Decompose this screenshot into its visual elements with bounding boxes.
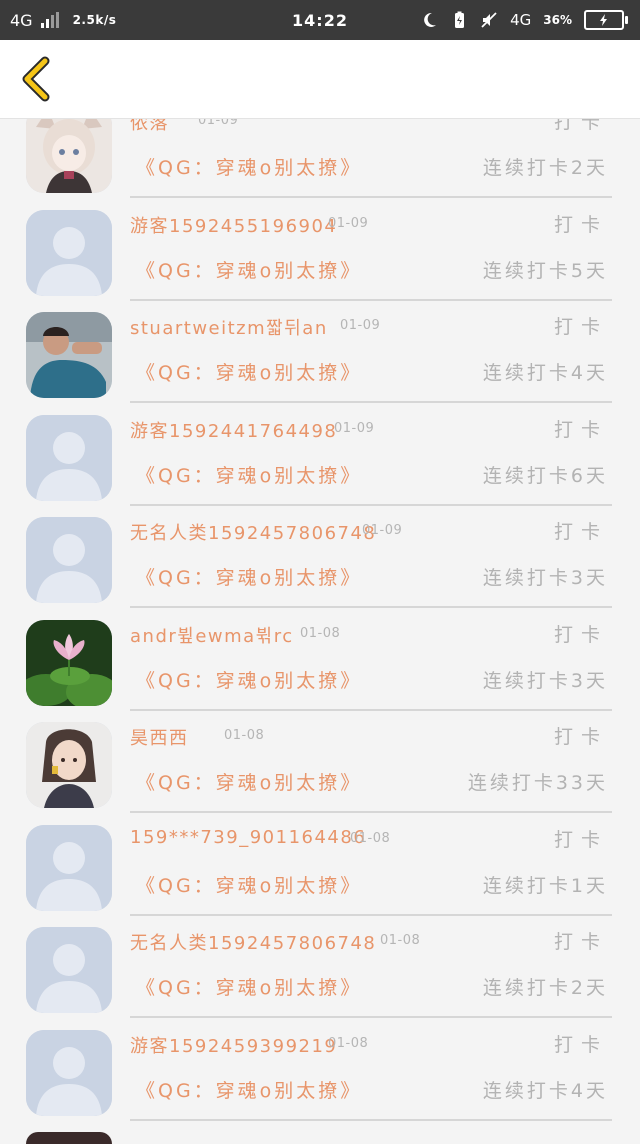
- book-title[interactable]: 《QG：穿魂ο别太撩》: [136, 1076, 362, 1103]
- book-title[interactable]: 《QG：穿魂ο别太撩》: [136, 973, 362, 1000]
- checkin-button[interactable]: 打卡: [554, 415, 608, 442]
- mute-icon: [481, 12, 497, 28]
- list-item[interactable]: 游客1592441764498 01-09 打卡《QG：穿魂ο别太撩》 连续打卡6天: [0, 403, 640, 506]
- book-title[interactable]: 《QG：穿魂ο别太撩》: [136, 461, 362, 488]
- entry-info: 无名人类1592457806748 01-08 打卡《QG：穿魂ο别太撩》 连续打卡2…: [130, 915, 612, 1018]
- streak-text: 连续打卡1天: [482, 874, 608, 897]
- entry-info: stuartweitzm짧뒤an 01-09 打卡《QG：穿魂ο别太撩》 连续打卡4天: [130, 300, 612, 403]
- list-item[interactable]: stuartweitzm짧뒤an 01-09 打卡《QG：穿魂ο别太撩》 连续打卡4天: [0, 300, 640, 403]
- book-title[interactable]: 《QG：穿魂ο别太撩》: [136, 871, 362, 898]
- next-avatar-partial: [26, 1132, 112, 1144]
- user-name: 昊西西: [130, 728, 189, 749]
- entry-info: andr뷮ewma뷖rc 01-08 打卡《QG：穿魂ο别太撩》 连续打卡3天: [130, 608, 612, 711]
- entry-info: 游客1592455196904 01-09 打卡《QG：穿魂ο别太撩》 连续打卡5天: [130, 198, 612, 301]
- battery-icon: [584, 10, 628, 30]
- entry-info: 昊西西 01-08 打卡《QG：穿魂ο别太撩》 连续打卡33天: [130, 710, 612, 813]
- checkin-button[interactable]: 打卡: [554, 825, 608, 852]
- streak-text: 连续打卡3天: [482, 669, 608, 692]
- streak-text: 连续打卡2天: [482, 157, 608, 179]
- checkin-date: 01-09: [328, 215, 369, 231]
- user-name: 游客1592441764498: [130, 420, 338, 442]
- checkin-date: 01-09: [198, 119, 239, 128]
- user-name: 无名人类1592457806748: [130, 933, 377, 954]
- checkin-button[interactable]: 打卡: [554, 620, 608, 647]
- book-title[interactable]: 《QG：穿魂ο别太撩》: [136, 768, 362, 795]
- avatar[interactable]: [26, 619, 112, 706]
- avatar[interactable]: [26, 722, 112, 808]
- entry-info: 游客1592459399219 01-08 打卡《QG：穿魂ο别太撩》 连续打卡4天: [130, 1018, 612, 1121]
- checkin-button[interactable]: 打卡: [554, 517, 608, 544]
- checkin-button[interactable]: 打卡: [554, 927, 608, 954]
- back-button[interactable]: [10, 52, 62, 106]
- list-item[interactable]: 游客1592455196904 01-09 打卡《QG：穿魂ο别太撩》 连续打卡5天: [0, 198, 640, 301]
- avatar[interactable]: [26, 312, 112, 398]
- book-title[interactable]: 《QG：穿魂ο别太撩》: [136, 666, 362, 693]
- user-name: 无名人类1592457806748: [130, 523, 377, 544]
- battery-percent: 36%: [543, 13, 572, 27]
- checkin-date: 01-09: [362, 523, 403, 538]
- checkin-date: 01-08: [350, 830, 391, 846]
- battery-saver-icon: [455, 11, 465, 28]
- avatar[interactable]: [26, 927, 112, 1013]
- book-title[interactable]: 《QG：穿魂ο别太撩》: [136, 153, 362, 180]
- streak-text: 连续打卡4天: [482, 362, 608, 384]
- user-name: 159***739_901164486: [130, 826, 367, 848]
- avatar[interactable]: [26, 209, 112, 296]
- list-item[interactable]: 无名人类1592457806748 01-09 打卡《QG：穿魂ο别太撩》 连续打卡3…: [0, 505, 640, 608]
- checkin-list: 侬落 01-09 打卡 《QG：穿魂ο别太撩》 连续打卡2天 游客159245519690…: [0, 119, 640, 1138]
- streak-text: 连续打卡5天: [482, 259, 608, 282]
- top-nav-bar: [0, 40, 640, 119]
- entry-info: 侬落 01-09 打卡《QG：穿魂ο别太撩》 连续打卡2天: [130, 119, 612, 198]
- checkin-button[interactable]: 打卡: [554, 119, 608, 134]
- checkin-date: 01-08: [380, 933, 421, 948]
- streak-text: 连续打卡4天: [482, 1079, 608, 1102]
- avatar[interactable]: [26, 414, 112, 501]
- entry-info: 游客1592441764498 01-09 打卡《QG：穿魂ο别太撩》 连续打卡6天: [130, 403, 612, 506]
- checkin-button[interactable]: 打卡: [554, 312, 608, 339]
- avatar[interactable]: [26, 517, 112, 603]
- checkin-date: 01-08: [224, 728, 265, 743]
- checkin-date: 01-08: [328, 1035, 369, 1051]
- avatar[interactable]: [26, 824, 112, 911]
- list-item[interactable]: 侬落 01-09 打卡《QG：穿魂ο别太撩》 连续打卡2天: [0, 119, 640, 198]
- avatar[interactable]: [26, 1029, 112, 1116]
- streak-text: 连续打卡6天: [482, 464, 608, 487]
- status-right: 4G 36%: [420, 0, 628, 40]
- chevron-left-icon: [22, 56, 50, 102]
- moon-icon: [424, 12, 437, 27]
- checkin-button[interactable]: 打卡: [554, 210, 608, 237]
- checkin-button[interactable]: 打卡: [554, 722, 608, 749]
- streak-text: 连续打卡2天: [482, 977, 608, 999]
- list-item[interactable]: andr뷮ewma뷖rc 01-08 打卡《QG：穿魂ο别太撩》 连续打卡3天: [0, 608, 640, 711]
- streak-text: 连续打卡33天: [467, 772, 608, 794]
- checkin-button[interactable]: 打卡: [554, 1030, 608, 1057]
- network-type-label: 4G: [510, 11, 532, 29]
- checkin-date: 01-09: [340, 318, 381, 333]
- list-item[interactable]: 159***739_901164486 01-08 打卡《QG：穿魂ο别太撩》 连续打…: [0, 813, 640, 916]
- list-item[interactable]: 游客1592459399219 01-08 打卡《QG：穿魂ο别太撩》 连续打卡4天: [0, 1018, 640, 1121]
- entry-info: 159***739_901164486 01-08 打卡《QG：穿魂ο别太撩》 连续打…: [130, 813, 612, 916]
- avatar[interactable]: [26, 119, 112, 193]
- book-title[interactable]: 《QG：穿魂ο别太撩》: [136, 563, 362, 590]
- list-item[interactable]: 无名人类1592457806748 01-08 打卡《QG：穿魂ο别太撩》 连续打卡2…: [0, 915, 640, 1018]
- status-bar: 4G 2.5k/s 14:22 4G 36%: [0, 0, 640, 40]
- user-name: 游客1592455196904: [130, 215, 338, 237]
- checkin-date: 01-09: [334, 420, 375, 436]
- user-name: andr뷮ewma뷖rc: [130, 625, 294, 647]
- book-title[interactable]: 《QG：穿魂ο别太撩》: [136, 256, 362, 283]
- book-title[interactable]: 《QG：穿魂ο别太撩》: [136, 358, 362, 385]
- user-name: 侬落: [130, 119, 169, 134]
- user-name: 游客1592459399219: [130, 1035, 338, 1057]
- user-name: stuartweitzm짧뒤an: [130, 318, 328, 339]
- entry-info: 无名人类1592457806748 01-09 打卡《QG：穿魂ο别太撩》 连续打卡3…: [130, 505, 612, 608]
- checkin-date: 01-08: [300, 625, 341, 641]
- streak-text: 连续打卡3天: [482, 567, 608, 589]
- list-item[interactable]: 昊西西 01-08 打卡《QG：穿魂ο别太撩》 连续打卡33天: [0, 710, 640, 813]
